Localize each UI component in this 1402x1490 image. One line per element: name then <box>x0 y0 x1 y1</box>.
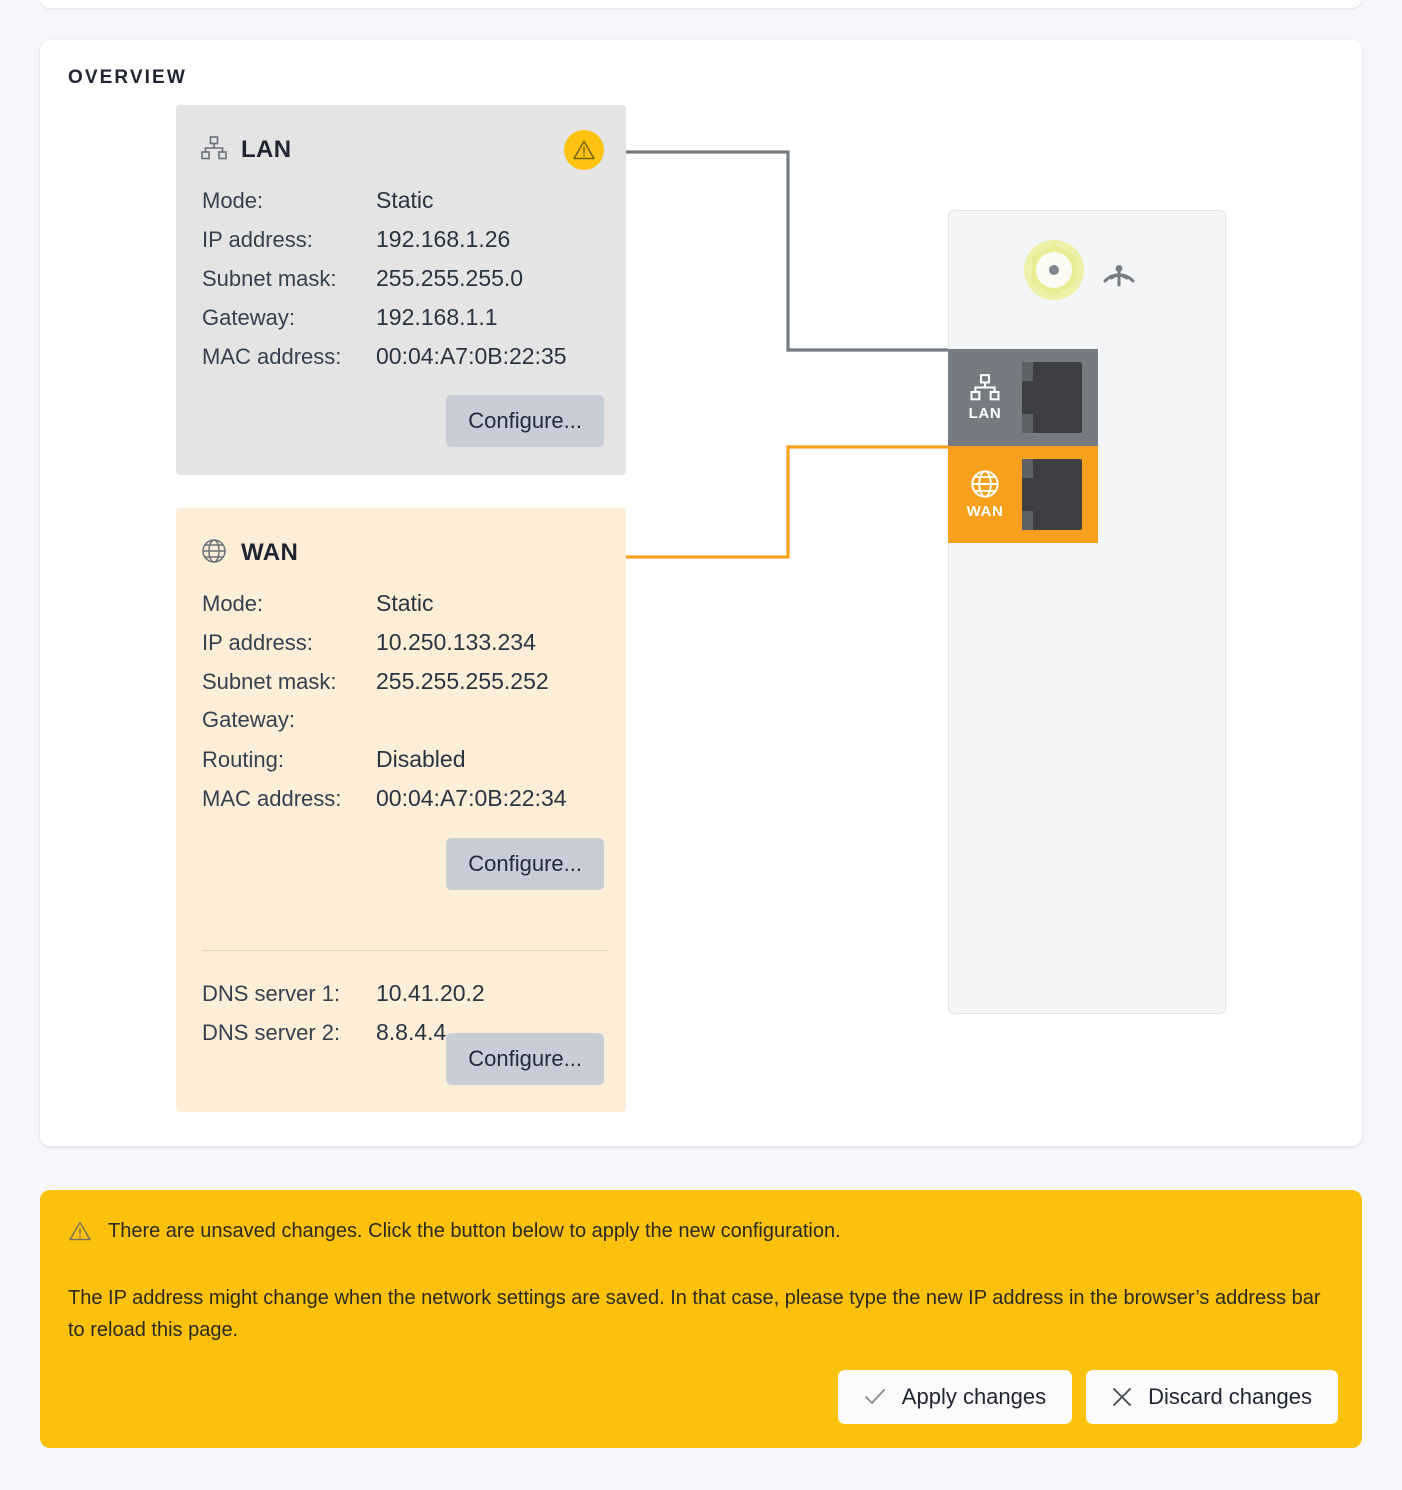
row-value: 10.41.20.2 <box>376 980 485 1006</box>
unsaved-changes-banner: There are unsaved changes. Click the but… <box>40 1190 1362 1448</box>
port-lan-label-box: LAN <box>948 373 1022 422</box>
row-value: 255.255.255.252 <box>376 668 549 694</box>
row-value: 10.250.133.234 <box>376 629 536 655</box>
table-row: IP address: 10.250.133.234 <box>202 629 567 668</box>
globe-icon <box>201 538 227 569</box>
globe-icon <box>971 470 999 498</box>
wan-panel: WAN Mode: Static IP address: 10.250.133.… <box>176 508 626 1112</box>
row-label: Mode: <box>202 591 264 616</box>
discard-changes-button[interactable]: Discard changes <box>1086 1370 1338 1424</box>
warning-triangle-icon <box>573 140 595 160</box>
lan-configure-button[interactable]: Configure... <box>446 395 604 447</box>
table-row: Mode: Static <box>202 187 567 226</box>
overview-card: OVERVIEW LAN Mode: Static IP address: 19… <box>40 40 1362 1146</box>
row-value: 00:04:A7:0B:22:35 <box>376 343 567 369</box>
network-tree-icon <box>970 373 1000 400</box>
device-illustration: LAN WAN <box>948 210 1226 1014</box>
dns-configure-row: Configure... <box>202 1033 604 1085</box>
row-value: 00:04:A7:0B:22:34 <box>376 785 567 811</box>
row-value: 255.255.255.0 <box>376 265 524 291</box>
rj45-jack-icon <box>1022 362 1082 433</box>
wan-configure-button[interactable]: Configure... <box>446 838 604 890</box>
check-icon <box>864 1388 886 1406</box>
banner-actions: Apply changes Discard changes <box>837 1370 1338 1424</box>
table-row: Mode: Static <box>202 590 567 629</box>
lan-panel: LAN Mode: Static IP address: 192.168.1.2… <box>176 105 626 475</box>
lan-configure-row: Configure... <box>202 395 604 447</box>
table-row: DNS server 1: 10.41.20.2 <box>202 980 485 1019</box>
warning-triangle-icon <box>68 1220 92 1247</box>
port-wan-name: WAN <box>966 503 1004 520</box>
device-port-wan[interactable]: WAN <box>948 446 1098 543</box>
table-row: Gateway: <box>202 707 567 746</box>
row-label: Subnet mask: <box>202 669 337 694</box>
row-label: Gateway: <box>202 305 295 330</box>
row-label: IP address: <box>202 630 313 655</box>
wan-dns-divider <box>202 950 607 951</box>
previous-card-stub <box>40 0 1362 8</box>
port-wan-label-box: WAN <box>948 469 1022 520</box>
table-row: Subnet mask: 255.255.255.0 <box>202 265 567 304</box>
row-value: Static <box>376 187 434 213</box>
table-row: MAC address: 00:04:A7:0B:22:35 <box>202 343 567 382</box>
row-label: Gateway: <box>202 707 295 732</box>
table-row: Gateway: 192.168.1.1 <box>202 304 567 343</box>
wan-configure-row: Configure... <box>202 838 604 890</box>
row-value: 192.168.1.26 <box>376 226 511 252</box>
lan-detail-rows: Mode: Static IP address: 192.168.1.26 Su… <box>202 187 567 382</box>
apply-changes-label: Apply changes <box>901 1384 1047 1409</box>
wan-detail-rows: Mode: Static IP address: 10.250.133.234 … <box>202 590 567 824</box>
row-label: Mode: <box>202 188 264 213</box>
wan-panel-header: WAN <box>201 533 604 573</box>
wan-panel-title: WAN <box>241 539 299 566</box>
wan-wire <box>626 445 955 559</box>
port-lan-name: LAN <box>968 404 1002 422</box>
lan-wire <box>626 150 955 352</box>
rj45-jack-icon <box>1022 459 1082 530</box>
row-value: Static <box>376 590 434 616</box>
lan-warning-badge <box>564 130 604 170</box>
wireless-signal-icon <box>1097 247 1141 291</box>
network-overview-page: OVERVIEW LAN Mode: Static IP address: 19… <box>0 0 1402 1490</box>
row-value: 192.168.1.1 <box>376 304 498 330</box>
row-label: MAC address: <box>202 344 342 369</box>
network-tree-icon <box>201 135 227 165</box>
table-row: Subnet mask: 255.255.255.252 <box>202 668 567 707</box>
row-label: IP address: <box>202 227 313 252</box>
row-value: Disabled <box>376 746 466 772</box>
banner-paragraph: The IP address might change when the net… <box>68 1287 1321 1342</box>
table-row: IP address: 192.168.1.26 <box>202 226 567 265</box>
row-label: Subnet mask: <box>202 266 337 291</box>
row-label: MAC address: <box>202 786 342 811</box>
banner-warning-line: There are unsaved changes. Click the but… <box>68 1220 841 1247</box>
lan-panel-title: LAN <box>241 136 292 163</box>
row-label: Routing: <box>202 747 284 772</box>
discard-changes-label: Discard changes <box>1148 1384 1312 1409</box>
antenna-connector-icon <box>1023 239 1085 301</box>
apply-changes-button[interactable]: Apply changes <box>837 1370 1073 1424</box>
banner-warning-text: There are unsaved changes. Click the but… <box>108 1220 841 1242</box>
lan-panel-header: LAN <box>201 130 604 170</box>
device-port-lan[interactable]: LAN <box>948 349 1098 446</box>
row-label: DNS server 1: <box>202 981 341 1006</box>
table-row: MAC address: 00:04:A7:0B:22:34 <box>202 785 567 824</box>
close-icon <box>1112 1387 1132 1407</box>
table-row: Routing: Disabled <box>202 746 567 785</box>
dns-configure-button[interactable]: Configure... <box>446 1033 604 1085</box>
